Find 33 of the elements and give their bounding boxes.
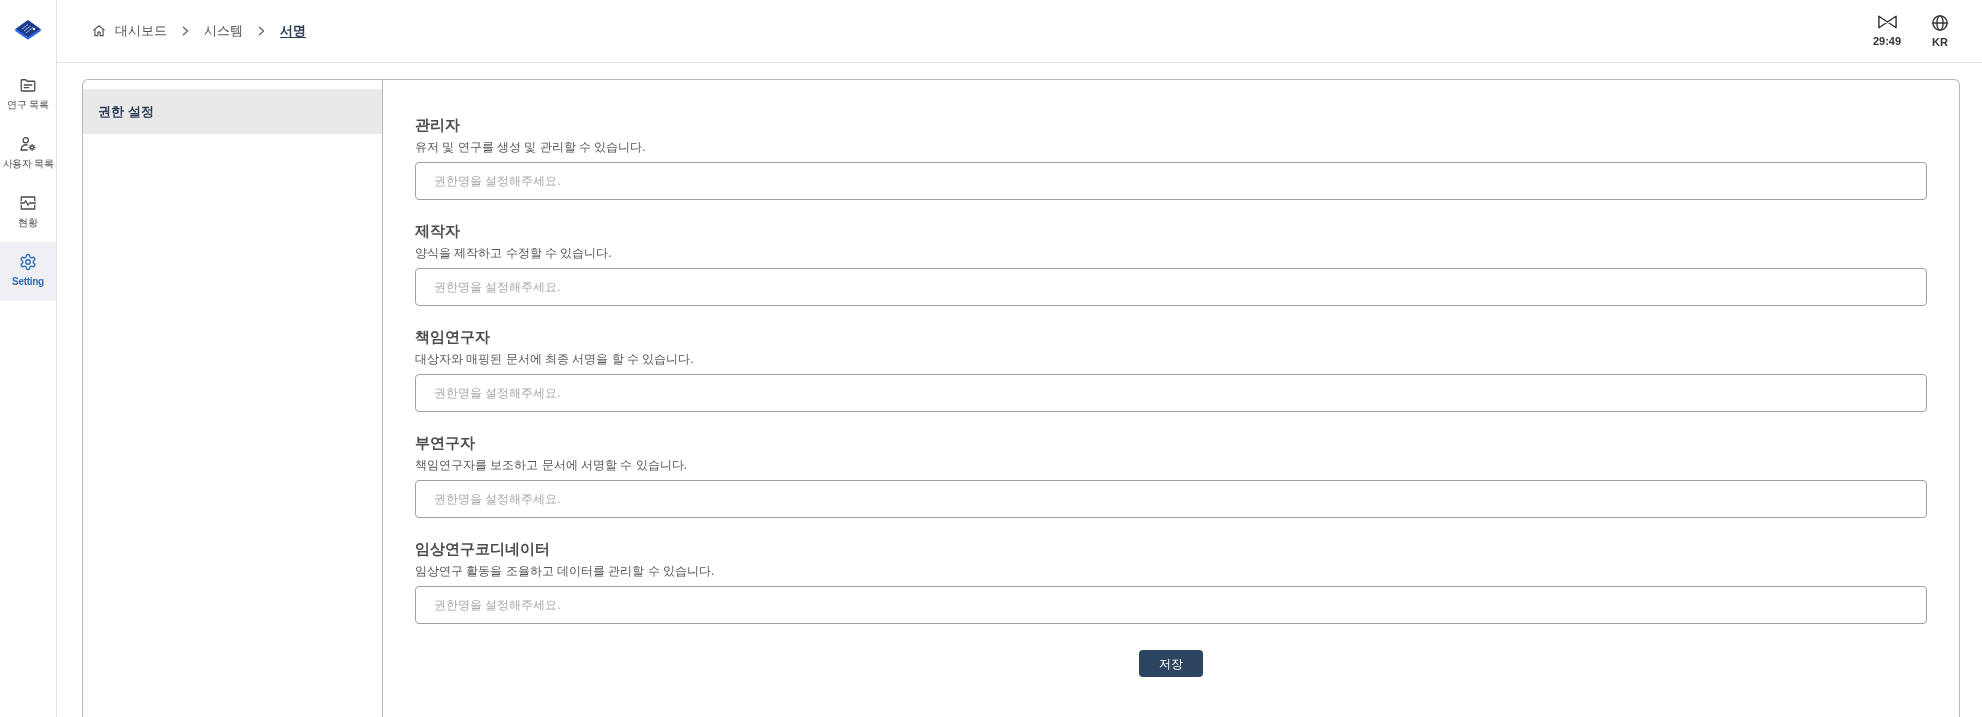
- input-field[interactable]: 권한명을 설정해주세요.: [415, 162, 1927, 200]
- sidebar-item[interactable]: Setting: [0, 242, 56, 301]
- role-title: 책임연구자: [415, 327, 490, 347]
- role-title: 제작자: [415, 221, 460, 241]
- chevron-icon: [182, 26, 189, 36]
- role-description: 책임연구자를 보조하고 문서에 서명할 수 있습니다.: [415, 457, 687, 473]
- globe-icon: [1931, 13, 1949, 32]
- user-gear-icon: [19, 135, 37, 153]
- breadcrumb-link[interactable]: 시스템: [204, 22, 243, 40]
- hourglass-icon: [1876, 14, 1898, 30]
- logo-icon: [14, 18, 42, 42]
- input-field[interactable]: 권한명을 설정해주세요.: [415, 586, 1927, 624]
- folder-icon: [19, 76, 37, 94]
- role-title: 부연구자: [415, 433, 475, 453]
- breadcrumb-link[interactable]: 서명: [280, 22, 306, 40]
- home-icon: [92, 24, 106, 38]
- chevron-icon: [258, 26, 265, 36]
- breadcrumb-link[interactable]: 대시보드: [115, 22, 167, 40]
- settings-menu-item[interactable]: 권한 설정: [83, 89, 382, 134]
- role-title: 관리자: [415, 115, 460, 135]
- role-title: 임상연구코디네이터: [415, 539, 550, 559]
- language-button[interactable]: KR: [1920, 13, 1960, 49]
- input-field[interactable]: 권한명을 설정해주세요.: [415, 374, 1927, 412]
- role-description: 대상자와 매핑된 문서에 최종 서명을 할 수 있습니다.: [415, 351, 694, 367]
- role-description: 양식을 제작하고 수정할 수 있습니다.: [415, 245, 612, 261]
- settings-icon: [19, 253, 37, 271]
- input-field[interactable]: 권한명을 설정해주세요.: [415, 480, 1927, 518]
- role-description: 임상연구 활동을 조율하고 데이터를 관리할 수 있습니다.: [415, 563, 715, 579]
- pulse-icon: [19, 194, 37, 212]
- save-button[interactable]: 저장: [1139, 650, 1203, 677]
- session-timer-button[interactable]: 29:49: [1867, 14, 1907, 48]
- input-field[interactable]: 권한명을 설정해주세요.: [415, 268, 1927, 306]
- role-description: 유저 및 연구를 생성 및 관리할 수 있습니다.: [415, 139, 646, 155]
